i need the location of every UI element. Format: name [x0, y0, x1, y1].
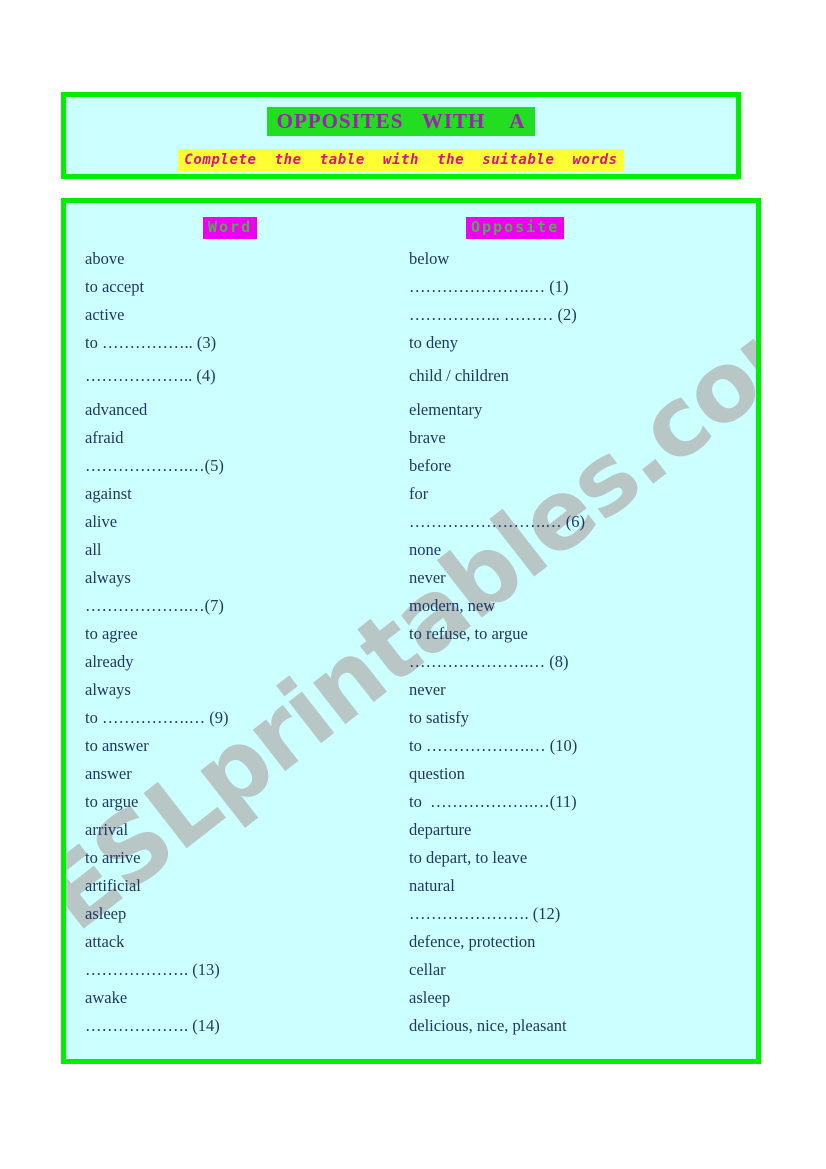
- opposite-cell: brave: [409, 428, 446, 447]
- opposite-cell: to ……………….…(11): [409, 792, 577, 811]
- opposite-cell: ………………….… (8): [409, 652, 569, 671]
- opposite-cell: never: [409, 568, 446, 587]
- opposite-cell: asleep: [409, 988, 451, 1007]
- opposite-cell: to refuse, to argue: [409, 624, 528, 643]
- table-row: answer question: [66, 760, 756, 788]
- opposite-cell: to satisfy: [409, 708, 470, 727]
- table-row: to accept ………………….… (1): [66, 273, 756, 301]
- table-row: ……………….…(5) before: [66, 452, 756, 480]
- word-cell: to argue: [85, 792, 139, 811]
- column-header-word: Word: [203, 217, 258, 239]
- word-cell: to answer: [85, 736, 149, 755]
- opposite-cell: none: [409, 540, 442, 559]
- worksheet-instruction-row: Complete the table with the suitable wor…: [66, 149, 736, 172]
- table-row: ………………. (14) delicious, nice, pleasant: [66, 1012, 756, 1040]
- opposite-cell: below: [409, 249, 450, 268]
- table-row: ……………….…(7) modern, new: [66, 592, 756, 620]
- word-cell: active: [85, 305, 125, 324]
- table-row: asleep …………………. (12): [66, 900, 756, 928]
- word-cell: ……………….…(5): [85, 456, 224, 475]
- column-header-opposite: Opposite: [466, 217, 565, 239]
- word-cell: against: [85, 484, 132, 503]
- table-row: always never: [66, 676, 756, 704]
- table-row: awake asleep: [66, 984, 756, 1012]
- opposite-cell: question: [409, 764, 465, 783]
- word-cell: to …………….… (9): [85, 708, 229, 727]
- table-row: to argue to ……………….…(11): [66, 788, 756, 816]
- table-row: artificial natural: [66, 872, 756, 900]
- table-row: all none: [66, 536, 756, 564]
- word-cell: always: [85, 568, 131, 587]
- opposite-cell: natural: [409, 876, 455, 895]
- opposite-cell: to ……………….… (10): [409, 736, 578, 755]
- opposite-cell: modern, new: [409, 596, 496, 615]
- word-cell: all: [85, 540, 102, 559]
- opposite-cell: to depart, to leave: [409, 848, 528, 867]
- opposite-cell: …………………. (12): [409, 904, 561, 923]
- word-cell: awake: [85, 988, 128, 1007]
- table-row: ………………. (13) cellar: [66, 956, 756, 984]
- word-cell: afraid: [85, 428, 124, 447]
- table-row: attack defence, protection: [66, 928, 756, 956]
- opposite-cell: to deny: [409, 333, 459, 352]
- opposite-cell: …………………….… (6): [409, 512, 585, 531]
- word-cell: alive: [85, 512, 118, 531]
- opposite-cell: cellar: [409, 960, 446, 979]
- word-cell: above: [85, 249, 125, 268]
- word-cell: to …………….. (3): [85, 333, 217, 352]
- table-row: to agree to refuse, to argue: [66, 620, 756, 648]
- opposite-cell: …………….. ……… (2): [409, 305, 577, 324]
- table-row: alive …………………….… (6): [66, 508, 756, 536]
- page-title: OPPOSITES WITH A: [266, 107, 536, 137]
- table-row: to arrive to depart, to leave: [66, 844, 756, 872]
- word-cell: to accept: [85, 277, 145, 296]
- table-column-headers: Word Opposite: [66, 217, 756, 243]
- word-cell: ………………. (14): [85, 1016, 220, 1035]
- table-row: active …………….. ……… (2): [66, 301, 756, 329]
- opposite-cell: for: [409, 484, 429, 503]
- table-row: already ………………….… (8): [66, 648, 756, 676]
- exercise-table-box: ESLprintables.com Word Opposite above bel…: [61, 198, 761, 1064]
- word-cell: arrival: [85, 820, 129, 839]
- word-cell: to arrive: [85, 848, 141, 867]
- table-row: afraid brave: [66, 424, 756, 452]
- opposite-cell: elementary: [409, 400, 483, 419]
- instruction-text: Complete the table with the suitable wor…: [178, 149, 624, 172]
- opposite-cell: departure: [409, 820, 472, 839]
- opposite-cell: never: [409, 680, 446, 699]
- word-cell: ……………….. (4): [85, 366, 216, 385]
- table-row: above below: [66, 245, 756, 273]
- word-cell: to agree: [85, 624, 138, 643]
- table-row: arrival departure: [66, 816, 756, 844]
- worksheet-title-row: OPPOSITES WITH A: [66, 107, 736, 137]
- word-cell: ……………….…(7): [85, 596, 224, 615]
- word-cell: answer: [85, 764, 132, 783]
- word-cell: always: [85, 680, 131, 699]
- word-cell: ………………. (13): [85, 960, 220, 979]
- word-cell: asleep: [85, 904, 127, 923]
- word-cell: attack: [85, 932, 125, 951]
- opposite-cell: ………………….… (1): [409, 277, 569, 296]
- table-row: advanced elementary: [66, 396, 756, 424]
- header-box: OPPOSITES WITH A Complete the table with…: [61, 92, 741, 179]
- opposite-cell: defence, protection: [409, 932, 536, 951]
- table-rows: above below to accept ………………….… (1) active ………: [66, 245, 756, 1040]
- table-row: against for: [66, 480, 756, 508]
- table-row: to answer to ……………….… (10): [66, 732, 756, 760]
- table-row: always never: [66, 564, 756, 592]
- table-row: to …………….… (9) to satisfy: [66, 704, 756, 732]
- worksheet-page: OPPOSITES WITH A Complete the table with…: [0, 0, 826, 1169]
- word-cell: already: [85, 652, 134, 671]
- word-cell: advanced: [85, 400, 148, 419]
- word-cell: artificial: [85, 876, 141, 895]
- table-content: Word Opposite above below to accept ……………………: [66, 203, 756, 1059]
- table-row: to …………….. (3) to deny: [66, 329, 756, 362]
- opposite-cell: before: [409, 456, 452, 475]
- opposite-cell: child / children: [409, 366, 509, 385]
- opposite-cell: delicious, nice, pleasant: [409, 1016, 567, 1035]
- table-row: ……………….. (4) child / children: [66, 362, 756, 396]
